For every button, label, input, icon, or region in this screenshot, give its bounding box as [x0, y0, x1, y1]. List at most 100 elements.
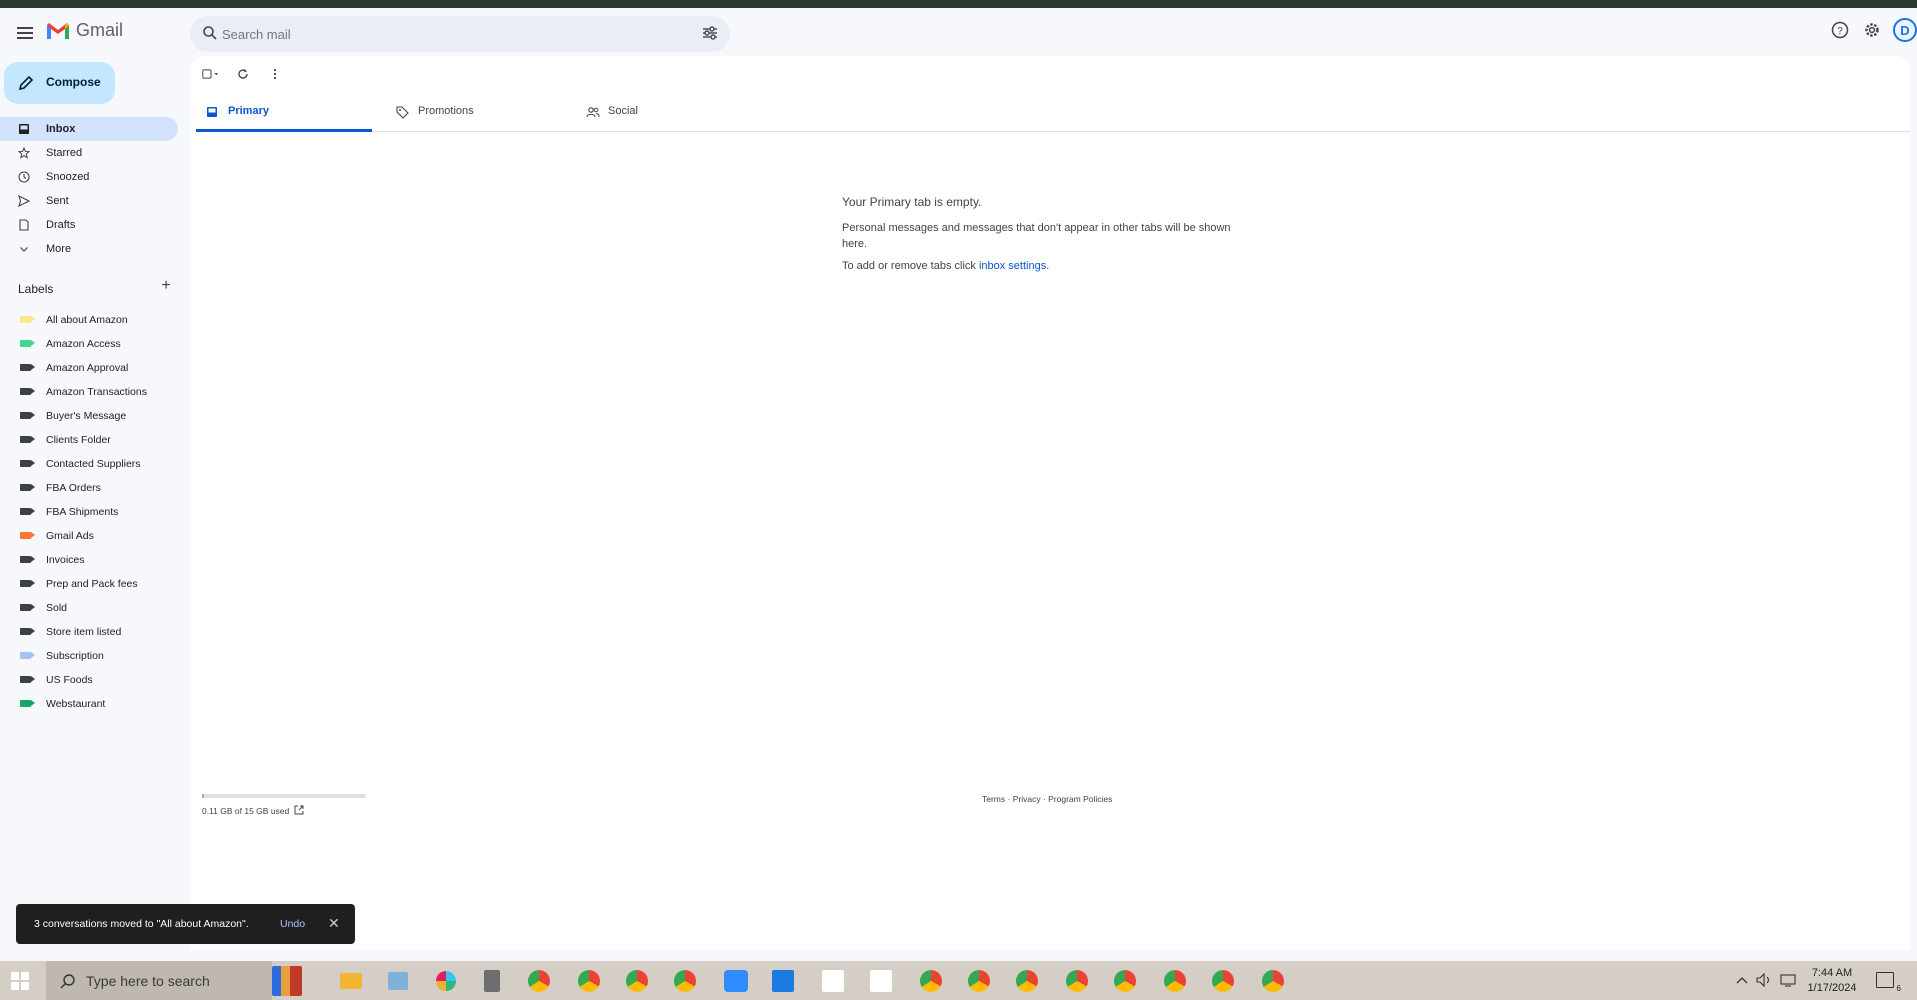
chart-app-icon[interactable] [822, 970, 844, 992]
chrome-profile-icon[interactable] [968, 970, 990, 992]
chrome-profile-icon[interactable] [674, 970, 696, 992]
tab-primary[interactable]: Primary [196, 90, 372, 132]
system-clock[interactable]: 7:44 AM 1/17/2024 [1806, 966, 1858, 996]
nav-item-sent[interactable]: Sent [0, 189, 178, 213]
label-item[interactable]: Amazon Transactions [0, 380, 178, 404]
terms-link[interactable]: Terms [982, 794, 1005, 804]
label-name: FBA Shipments [46, 506, 119, 518]
refresh-icon[interactable] [234, 65, 252, 83]
slack-icon[interactable] [436, 971, 456, 991]
label-tag-icon [20, 436, 35, 443]
people-icon [586, 107, 600, 118]
search-icon[interactable] [202, 25, 218, 41]
open-external-icon[interactable] [294, 805, 304, 815]
help-icon[interactable]: ? [1829, 19, 1851, 41]
windows-start-icon[interactable] [10, 971, 30, 991]
chrome-profile-icon[interactable] [1066, 970, 1088, 992]
label-name: US Foods [46, 674, 93, 686]
select-all-checkbox[interactable] [202, 65, 220, 83]
label-item[interactable]: FBA Orders [0, 476, 178, 500]
label-name: Clients Folder [46, 434, 111, 446]
chevron-up-icon[interactable] [1736, 975, 1748, 985]
chrome-profile-icon[interactable] [1016, 970, 1038, 992]
account-avatar[interactable]: D [1893, 18, 1917, 42]
chrome-profile-icon[interactable] [920, 970, 942, 992]
label-item[interactable]: Gmail Ads [0, 524, 178, 548]
taskbar-search-box[interactable]: Type here to search [46, 961, 272, 1000]
chart-app-icon[interactable] [870, 970, 892, 992]
inbox-settings-link[interactable]: inbox settings [979, 260, 1046, 272]
search-icon [60, 974, 75, 989]
label-tag-icon [20, 316, 35, 323]
program-policies-link[interactable]: Program Policies [1048, 794, 1112, 804]
label-tag-icon [20, 340, 35, 347]
label-name: Buyer's Message [46, 410, 127, 422]
add-label-button[interactable]: + [158, 278, 174, 294]
chrome-profile-icon[interactable] [1262, 970, 1284, 992]
main-menu-button[interactable] [14, 22, 36, 44]
chrome-profile-icon[interactable] [1212, 970, 1234, 992]
chrome-profile-icon[interactable] [1164, 970, 1186, 992]
label-item[interactable]: Sold [0, 596, 178, 620]
close-icon[interactable]: ✕ [328, 915, 340, 932]
nav-item-more[interactable]: More [0, 237, 178, 261]
tab-social[interactable]: Social [576, 90, 752, 132]
label-item[interactable]: US Foods [0, 668, 178, 692]
empty-state-body: Personal messages and messages that don'… [842, 222, 1231, 250]
label-item[interactable]: Amazon Access [0, 332, 178, 356]
notification-center-icon[interactable]: 6 [1876, 972, 1901, 993]
volume-icon[interactable] [1756, 973, 1772, 987]
labels-heading: Labels [18, 282, 54, 296]
label-item[interactable]: Invoices [0, 548, 178, 572]
label-item[interactable]: FBA Shipments [0, 500, 178, 524]
labels-list: All about Amazon Amazon Access Amazon Ap… [0, 308, 178, 716]
label-item[interactable]: All about Amazon [0, 308, 178, 332]
settings-gear-icon[interactable] [1861, 19, 1883, 41]
calculator-icon[interactable] [484, 970, 500, 992]
label-item[interactable]: Prep and Pack fees [0, 572, 178, 596]
mail-list-panel: Primary Promotions Social Your Primary t… [190, 56, 1910, 950]
browser-top-strip [0, 0, 1917, 8]
search-options-icon[interactable] [702, 26, 718, 40]
notepad-app-icon[interactable] [388, 972, 408, 990]
label-item[interactable]: Contacted Suppliers [0, 452, 178, 476]
label-item[interactable]: Store item listed [0, 620, 178, 644]
label-tag-icon [20, 508, 35, 515]
chrome-profile-icon[interactable] [626, 970, 648, 992]
storage-bar-fill [202, 794, 204, 798]
label-name: Prep and Pack fees [46, 578, 138, 590]
app-r-icon[interactable] [772, 970, 794, 992]
label-tag-icon [20, 700, 35, 707]
search-input[interactable] [222, 16, 662, 52]
gmail-logo[interactable]: Gmail [46, 20, 123, 41]
undo-button[interactable]: Undo [280, 918, 305, 930]
label-name: Store item listed [46, 626, 122, 638]
chrome-profile-icon[interactable] [528, 970, 550, 992]
tag-icon [396, 106, 409, 119]
label-tag-icon [20, 412, 35, 419]
search-bar[interactable] [190, 16, 730, 52]
label-item[interactable]: Webstaurant [0, 692, 178, 716]
compose-button[interactable]: Compose [4, 62, 115, 104]
chrome-profile-icon[interactable] [1114, 970, 1136, 992]
books-app-icon[interactable] [272, 966, 302, 996]
label-tag-icon [20, 532, 35, 539]
label-item[interactable]: Buyer's Message [0, 404, 178, 428]
label-item[interactable]: Amazon Approval [0, 356, 178, 380]
privacy-link[interactable]: Privacy [1013, 794, 1041, 804]
nav-item-snoozed[interactable]: Snoozed [0, 165, 178, 189]
tab-promotions[interactable]: Promotions [386, 90, 562, 132]
network-icon[interactable] [1780, 973, 1796, 987]
label-item[interactable]: Subscription [0, 644, 178, 668]
more-vert-icon[interactable] [266, 65, 284, 83]
label-name: Invoices [46, 554, 85, 566]
app-name: Gmail [76, 20, 124, 40]
zoom-icon[interactable] [724, 970, 748, 992]
chrome-profile-icon[interactable] [578, 970, 600, 992]
nav-item-inbox[interactable]: Inbox [0, 117, 178, 141]
nav-item-drafts[interactable]: Drafts [0, 213, 178, 237]
nav-item-starred[interactable]: Starred [0, 141, 178, 165]
label-item[interactable]: Clients Folder [0, 428, 178, 452]
empty-state-title: Your Primary tab is empty. [842, 195, 982, 209]
file-explorer-icon[interactable] [340, 973, 362, 989]
